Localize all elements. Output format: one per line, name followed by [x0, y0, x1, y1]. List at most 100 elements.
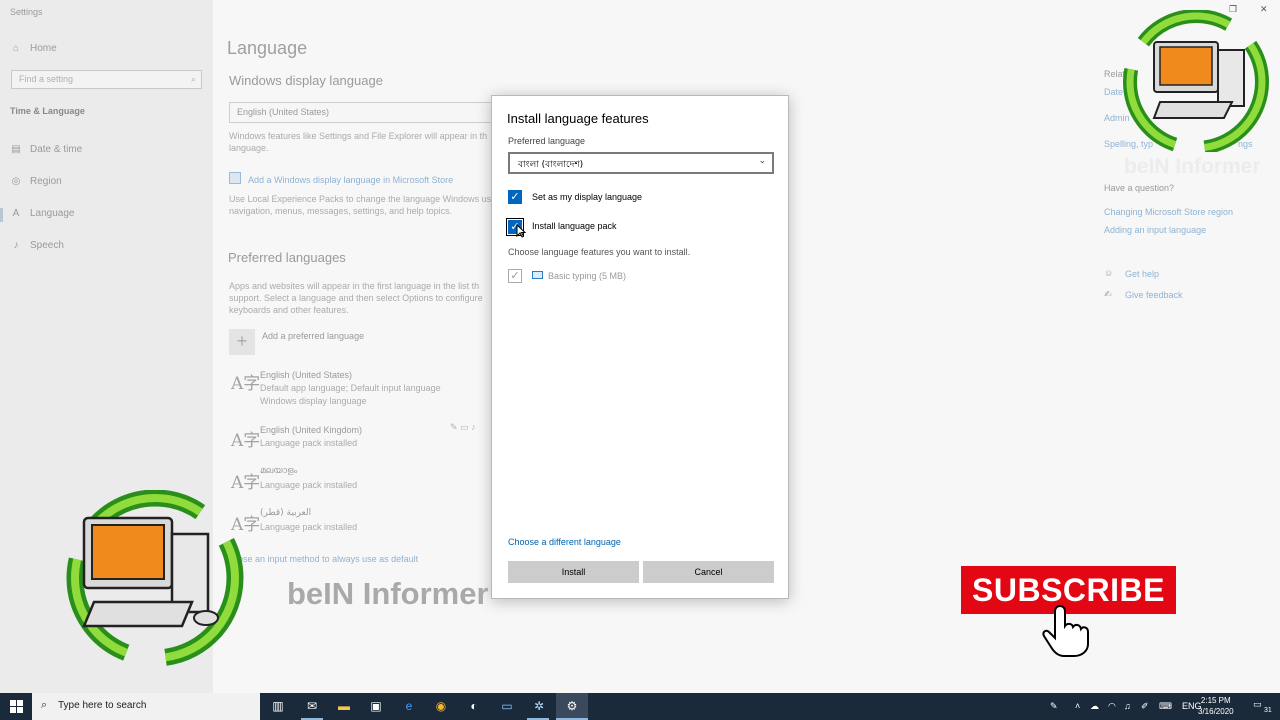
display-language-dropdown[interactable]: English (United States) [229, 102, 499, 123]
language-item-status: Language pack installed [260, 438, 358, 448]
install-pack-label[interactable]: Install language pack [532, 221, 617, 231]
obs-icon[interactable]: ◐ [465, 697, 483, 715]
nav-label: Date & time [30, 144, 83, 155]
install-language-dialog: Install language features Preferred lang… [491, 95, 789, 599]
choose-features-note: Choose language features you want to ins… [508, 247, 691, 257]
basic-typing-label: Basic typing (5 MB) [548, 271, 627, 281]
start-button[interactable] [0, 693, 32, 720]
language-icon: A [12, 208, 20, 219]
pref-desc-line2: support. Select a language and then sele… [229, 293, 483, 303]
basic-typing-checkbox[interactable]: ✓ [508, 269, 522, 283]
pref-desc-line1: Apps and websites will appear in the fir… [229, 281, 480, 291]
calendar-icon: ▤ [11, 144, 21, 155]
watermark-text: beIN Informer [287, 576, 489, 611]
edge-icon[interactable]: e [400, 697, 418, 715]
language-glyph-icon: A字 [231, 374, 261, 394]
taskbar-search-input[interactable]: ⌕ Type here to search [32, 693, 260, 720]
language-item-name[interactable]: English (United States) [260, 369, 352, 381]
language-item-status: Windows display language [260, 396, 367, 406]
mouse-pointer-icon [516, 224, 526, 238]
pointing-hand-icon [1042, 604, 1089, 657]
nav-language[interactable]: A Language [10, 208, 75, 219]
display-desc-line2: language. [229, 143, 269, 153]
network-app-icon[interactable]: ✲ [530, 697, 548, 715]
language-item-name[interactable]: العربية (قطر) [260, 507, 311, 519]
keyboard-tray-icon[interactable]: ⌨ [1159, 701, 1172, 712]
selected-language: বাংলা (বাংলাদেশ) [518, 160, 584, 170]
nav-label: Speech [30, 240, 64, 251]
search-icon: ⌕ [41, 699, 48, 711]
question-link-input[interactable]: Adding an input language [1104, 225, 1206, 235]
add-language-button[interactable]: + [229, 329, 255, 355]
get-help-link[interactable]: Get help [1125, 269, 1159, 279]
chrome-icon[interactable]: ◉ [432, 697, 450, 715]
lxp-desc-line1: Use Local Experience Packs to change the… [229, 194, 492, 204]
settings-search-input[interactable]: Find a setting ⌕ [11, 70, 202, 89]
store-app-icon[interactable]: ▣ [367, 697, 385, 715]
taskbar: ⌕ Type here to search ▥ ✉ ▬ ▣ e ◉ ◐ ▭ ✲ … [0, 693, 1280, 720]
language-glyph-icon: A字 [231, 431, 261, 451]
active-indicator [0, 208, 3, 222]
clock-date: 3/16/2020 [1198, 707, 1234, 716]
question-link-store[interactable]: Changing Microsoft Store region [1104, 207, 1233, 217]
choose-different-language-link[interactable]: Choose a different language [508, 537, 621, 547]
task-view-icon[interactable]: ▥ [269, 697, 287, 715]
dialog-title: Install language features [507, 111, 649, 126]
question-heading: Have a question? [1104, 183, 1175, 193]
keyboard-icon [532, 271, 543, 279]
settings-gear-icon[interactable]: ⚙ [563, 697, 581, 715]
give-feedback-link[interactable]: Give feedback [1125, 290, 1183, 300]
set-display-checkbox[interactable]: ✓ [508, 190, 522, 204]
taskbar-search-placeholder: Type here to search [58, 700, 147, 711]
nav-date-time[interactable]: ▤ Date & time [10, 144, 82, 155]
language-item-name[interactable]: മലയാളം [260, 465, 297, 477]
pen-icon[interactable]: ✎ [1050, 701, 1058, 712]
nav-home[interactable]: ⌂ Home [10, 43, 57, 54]
language-item-name[interactable]: English (United Kingdom) [260, 424, 362, 436]
chevron-down-icon: ⌄ [758, 156, 766, 166]
computer-recycle-logo-icon [1123, 10, 1269, 152]
feedback-icon: ✍ [1104, 289, 1112, 299]
pref-desc-line3: keyboards and other features. [229, 305, 349, 315]
store-link[interactable]: Add a Windows display language in Micros… [248, 174, 453, 186]
nav-label: Region [30, 176, 62, 187]
language-feature-icons: ✎ ▭ ♪ [450, 422, 476, 432]
wifi-icon[interactable]: ◠ [1108, 701, 1116, 712]
nav-speech[interactable]: ♪ Speech [10, 240, 64, 251]
file-explorer-icon[interactable]: ▬ [335, 697, 353, 715]
input-method-link[interactable]: oose an input method to always use as de… [233, 553, 418, 565]
cloud-icon[interactable]: ☁ [1090, 701, 1099, 712]
home-icon: ⌂ [12, 43, 20, 54]
window-title: Settings [10, 7, 43, 17]
lxp-desc-line2: navigation, menus, messages, settings, a… [229, 206, 453, 216]
store-icon [229, 172, 241, 184]
notification-count: 31 [1264, 707, 1272, 714]
language-item-status: Default app language; Default input lang… [260, 383, 441, 393]
plus-icon: + [236, 331, 248, 351]
install-button[interactable]: Install [508, 561, 639, 583]
clock[interactable]: 2:15 PM 3/16/2020 [1198, 695, 1234, 717]
volume-icon[interactable]: ♫ [1124, 701, 1131, 711]
windows-logo-icon [9, 700, 23, 713]
chevron-up-icon[interactable]: ˄ [1075, 701, 1080, 711]
microphone-icon: ♪ [13, 240, 19, 251]
preferred-languages-heading: Preferred languages [228, 250, 346, 265]
search-icon: ⌕ [190, 74, 196, 84]
remote-desktop-icon[interactable]: ▭ [498, 697, 516, 715]
set-display-label[interactable]: Set as my display language [532, 192, 642, 202]
clock-time: 2:15 PM [1200, 696, 1231, 705]
search-placeholder: Find a setting [19, 74, 74, 84]
watermark-text-top: beIN Informer [1124, 155, 1261, 178]
checkmark-icon: ✓ [510, 270, 520, 282]
globe-icon: ◎ [11, 176, 21, 187]
preferred-language-label: Preferred language [508, 136, 586, 146]
nav-home-label: Home [30, 43, 57, 54]
cancel-button[interactable]: Cancel [643, 561, 774, 583]
preferred-language-select[interactable]: বাংলা (বাংলাদেশ) ⌄ [508, 152, 774, 174]
add-language-label[interactable]: Add a preferred language [262, 330, 364, 342]
mail-icon[interactable]: ✉ [303, 697, 321, 715]
nav-region[interactable]: ◎ Region [10, 176, 62, 187]
edit-icon[interactable]: ✐ [1141, 701, 1149, 712]
computer-recycle-logo-icon [66, 490, 244, 666]
notification-icon[interactable]: ▭ [1253, 699, 1262, 710]
